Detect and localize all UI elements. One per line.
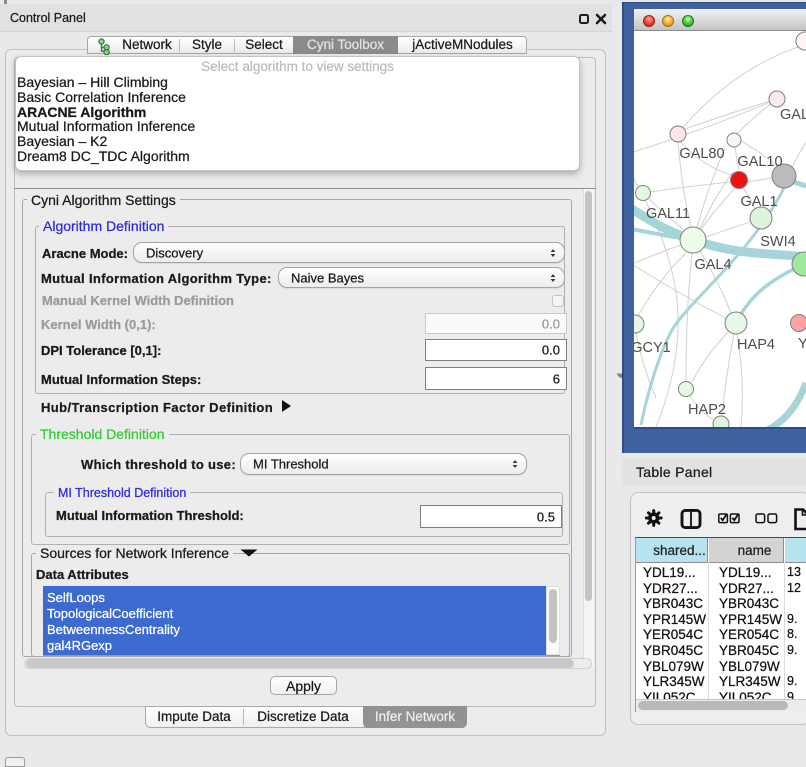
svg-text:GAL1: GAL1 (740, 194, 777, 210)
svg-text:GCY1: GCY1 (634, 340, 671, 356)
svg-text:GAL7: GAL7 (780, 107, 806, 123)
svg-text:HAP4: HAP4 (737, 337, 775, 353)
svg-text:GAL11: GAL11 (646, 206, 690, 222)
svg-text:HAP2: HAP2 (688, 402, 726, 418)
svg-text:YEL: YEL (798, 336, 806, 352)
svg-text:GAL80: GAL80 (679, 146, 724, 162)
svg-text:GAL4: GAL4 (694, 257, 731, 273)
svg-text:SWI4: SWI4 (760, 234, 795, 250)
svg-text:GAL10: GAL10 (737, 154, 782, 170)
